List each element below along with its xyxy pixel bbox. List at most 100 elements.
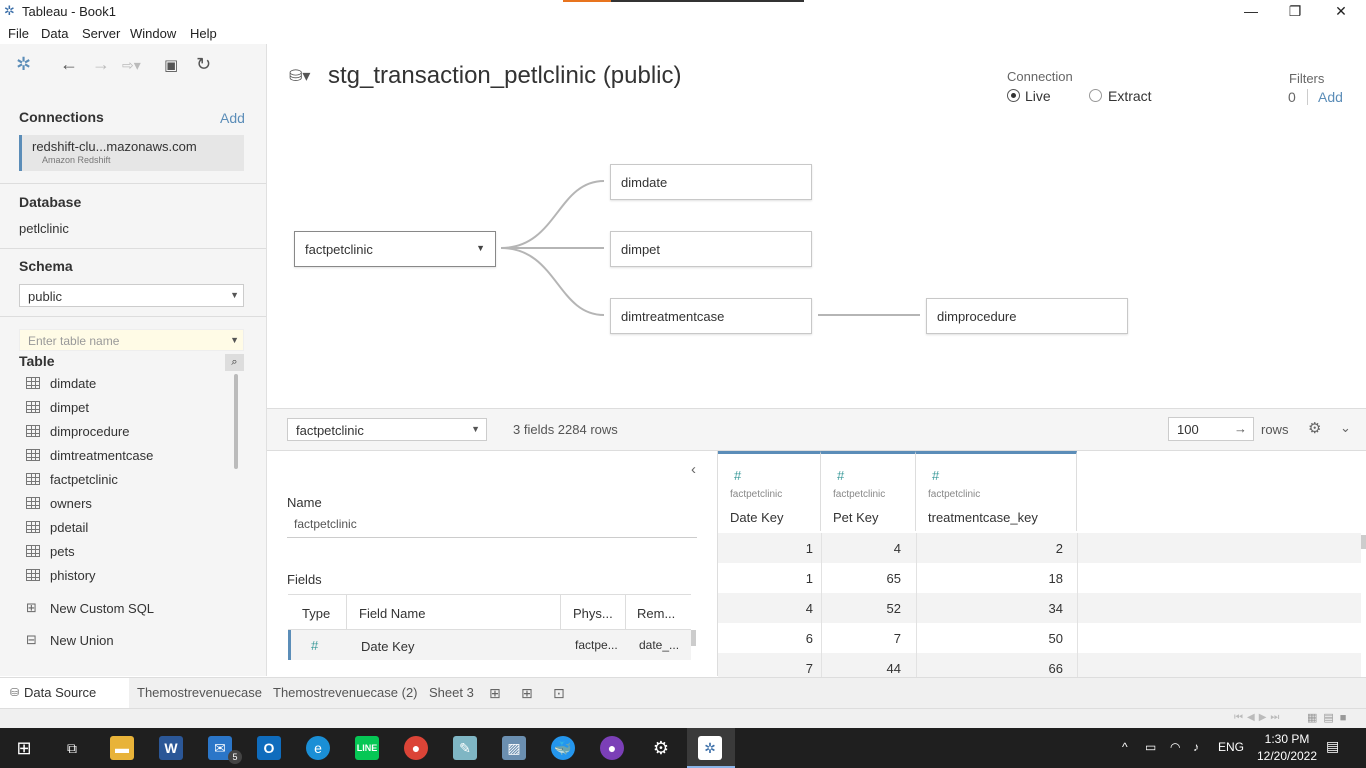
docker-icon[interactable]: 🐳 xyxy=(551,736,575,760)
tab-data-source[interactable]: ⛁ Data Source xyxy=(0,678,129,708)
grid-cell[interactable]: 50 xyxy=(1049,631,1063,646)
volume-icon[interactable]: ♪ xyxy=(1193,740,1199,754)
table-list-item[interactable]: pets xyxy=(26,542,226,564)
table-box-dimprocedure[interactable]: dimprocedure xyxy=(926,298,1128,334)
grid-cell[interactable]: 1 xyxy=(806,571,813,586)
grid-cell[interactable]: 4 xyxy=(806,601,813,616)
number-type-icon[interactable]: # xyxy=(734,468,741,483)
settings-gear-icon[interactable]: ⚙ xyxy=(649,736,673,760)
tableau-icon[interactable]: ✲ xyxy=(698,736,722,760)
number-type-icon[interactable]: # xyxy=(311,638,318,653)
header-type[interactable]: Type xyxy=(302,606,330,621)
grid-cell[interactable]: 34 xyxy=(1049,601,1063,616)
line-app-icon[interactable]: LINE xyxy=(355,736,379,760)
table-list-scrollbar[interactable] xyxy=(234,374,238,469)
save-icon[interactable]: ▣ xyxy=(164,56,178,74)
number-type-icon[interactable]: # xyxy=(837,468,844,483)
grid-cell[interactable]: 7 xyxy=(894,631,901,646)
table-list-item[interactable]: dimprocedure xyxy=(26,422,226,444)
table-list-item[interactable]: dimdate xyxy=(26,374,226,396)
grid-scrollbar[interactable] xyxy=(1361,535,1366,549)
task-view-icon[interactable]: ⧉ xyxy=(60,736,84,760)
table-list-item[interactable]: pdetail xyxy=(26,518,226,540)
forward-menu-icon[interactable]: ⇨▾ xyxy=(122,57,141,74)
grid-cell[interactable]: 2 xyxy=(1056,541,1063,556)
redo-icon[interactable]: → xyxy=(92,54,110,75)
tab-sheet[interactable]: Sheet 3 xyxy=(429,678,474,708)
file-explorer-icon[interactable]: ▬ xyxy=(110,736,134,760)
edge-icon[interactable]: e xyxy=(306,736,330,760)
sheet-navigation-icons[interactable]: ⏮◀▶⏭ xyxy=(1234,712,1283,723)
arrow-right-icon[interactable]: → xyxy=(1234,421,1247,436)
notification-icon[interactable]: ▤ xyxy=(1326,738,1339,755)
header-field-name[interactable]: Field Name xyxy=(359,606,425,621)
rows-input[interactable]: 100 → xyxy=(1168,417,1254,441)
grid-cell[interactable]: 66 xyxy=(1049,661,1063,676)
view-toggle-icons[interactable]: ▦▤■ xyxy=(1307,711,1352,724)
new-union-button[interactable]: ⊟ New Union xyxy=(26,631,226,653)
notepad-icon[interactable]: ✎ xyxy=(453,736,477,760)
refresh-icon[interactable]: ↻ xyxy=(196,54,211,75)
collapse-chevron-icon[interactable]: ‹ xyxy=(691,461,696,478)
root-table-box[interactable]: factpetclinic ▼ xyxy=(294,231,496,267)
connection-item[interactable]: redshift-clu...mazonaws.com Amazon Redsh… xyxy=(19,135,244,171)
fields-scrollbar[interactable] xyxy=(691,630,696,646)
wifi-icon[interactable]: ◠ xyxy=(1170,740,1180,754)
grid-cell[interactable]: 65 xyxy=(887,571,901,586)
database-value[interactable]: petlclinic xyxy=(19,221,69,236)
new-story-icon[interactable]: ⊡ xyxy=(553,678,565,708)
header-physical[interactable]: Phys... xyxy=(573,606,613,621)
outlook-icon[interactable]: O xyxy=(257,736,281,760)
new-dashboard-icon[interactable]: ⊞ xyxy=(521,678,533,708)
tab-sheet[interactable]: Themostrevenuecase (2) xyxy=(273,678,418,708)
menu-file[interactable]: File xyxy=(8,26,29,41)
table-list-item[interactable]: phistory xyxy=(26,566,226,588)
table-list-item[interactable]: owners xyxy=(26,494,226,516)
word-icon[interactable]: W xyxy=(159,736,183,760)
column-header-pet-key[interactable]: # factpetclinic Pet Key xyxy=(821,451,916,531)
add-connection-link[interactable]: Add xyxy=(220,110,245,126)
header-remote[interactable]: Rem... xyxy=(637,606,675,621)
tray-overflow-icon[interactable]: ^ xyxy=(1122,740,1128,754)
windows-start-icon[interactable]: ⊞ xyxy=(12,736,36,760)
name-input[interactable]: factpetclinic xyxy=(294,517,357,531)
undo-icon[interactable]: ← xyxy=(60,54,78,75)
menu-window[interactable]: Window xyxy=(130,26,176,41)
table-box-dimtreatmentcase[interactable]: dimtreatmentcase xyxy=(610,298,812,334)
table-list-item[interactable]: dimpet xyxy=(26,398,226,420)
chevron-down-icon[interactable]: ▼ xyxy=(476,243,485,253)
language-indicator[interactable]: ENG xyxy=(1218,740,1244,754)
column-header-date-key[interactable]: # factpetclinic Date Key xyxy=(718,451,821,531)
chevron-down-icon[interactable]: ⌄ xyxy=(1340,420,1351,436)
grid-cell[interactable]: 6 xyxy=(806,631,813,646)
gear-icon[interactable]: ⚙ xyxy=(1308,419,1321,437)
column-header-treatmentcase-key[interactable]: # factpetclinic treatmentcase_key xyxy=(916,451,1077,531)
grid-cell[interactable]: 44 xyxy=(887,661,901,676)
battery-icon[interactable]: ▭ xyxy=(1145,740,1156,754)
grid-cell[interactable]: 52 xyxy=(887,601,901,616)
tableau-home-icon[interactable]: ✲ xyxy=(16,54,31,75)
restore-button[interactable]: ❐ xyxy=(1272,0,1318,24)
new-worksheet-icon[interactable]: ⊞ xyxy=(489,678,501,708)
image-viewer-icon[interactable]: ▨ xyxy=(502,736,526,760)
github-icon[interactable]: ● xyxy=(600,736,624,760)
chrome-icon[interactable]: ● xyxy=(404,736,428,760)
number-type-icon[interactable]: # xyxy=(932,468,939,483)
new-custom-sql-button[interactable]: ⊞ New Custom SQL xyxy=(26,599,226,621)
menu-data[interactable]: Data xyxy=(41,26,68,41)
grid-cell[interactable]: 18 xyxy=(1049,571,1063,586)
grid-cell[interactable]: 4 xyxy=(894,541,901,556)
field-row[interactable]: # Date Key factpe... date_... xyxy=(288,630,691,660)
table-select-dropdown[interactable]: factpetclinic ▼ xyxy=(287,418,487,441)
table-search-input[interactable]: Enter table name ▼ xyxy=(19,329,244,351)
tab-sheet[interactable]: Themostrevenuecase xyxy=(137,678,262,708)
menu-server[interactable]: Server xyxy=(82,26,120,41)
table-box-dimpet[interactable]: dimpet xyxy=(610,231,812,267)
minimize-button[interactable]: — xyxy=(1228,0,1274,24)
grid-cell[interactable]: 7 xyxy=(806,661,813,676)
schema-dropdown[interactable]: public ▼ xyxy=(19,284,244,307)
menu-help[interactable]: Help xyxy=(190,26,217,41)
grid-cell[interactable]: 1 xyxy=(806,541,813,556)
search-icon[interactable]: ⌕ xyxy=(225,354,244,371)
table-list-item[interactable]: dimtreatmentcase xyxy=(26,446,226,468)
